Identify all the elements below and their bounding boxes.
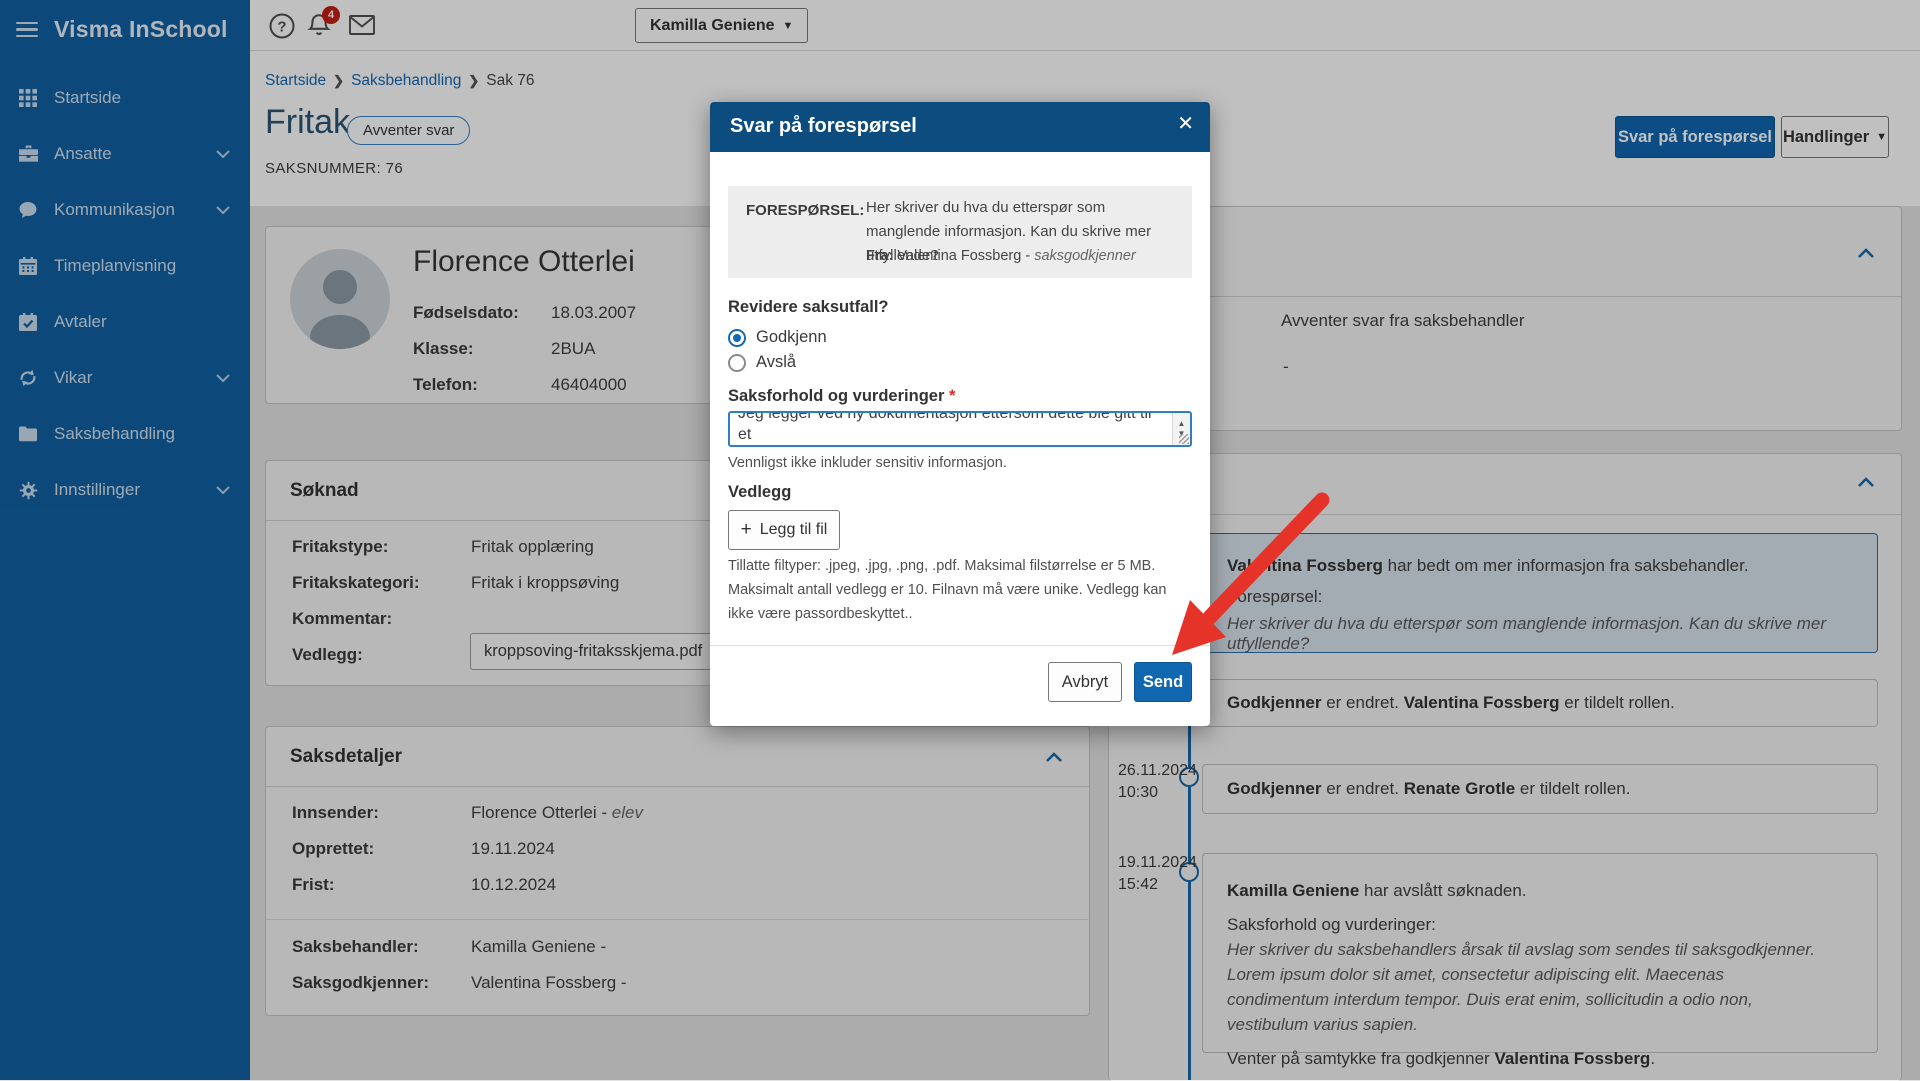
cancel-button[interactable]: Avbryt	[1048, 662, 1122, 702]
textarea-value: Jeg legger ved ny dokumentasjon ettersom…	[738, 411, 1158, 447]
close-icon[interactable]: ✕	[1177, 114, 1194, 134]
send-button[interactable]: Send	[1134, 662, 1192, 702]
sensitive-info-hint: Vennligst ikke inkluder sensitiv informa…	[728, 451, 1007, 475]
revise-outcome-label: Revidere saksutfall?	[728, 298, 889, 317]
radio-selected-icon	[728, 329, 746, 347]
divider	[710, 645, 1210, 646]
add-file-button[interactable]: + Legg til fil	[728, 510, 840, 550]
request-label: FORESPØRSEL:	[746, 202, 864, 219]
radio-reject[interactable]: Avslå	[728, 353, 796, 372]
assessment-label: Saksforhold og vurderinger *	[728, 387, 955, 406]
radio-unselected-icon	[728, 354, 746, 372]
attachments-label: Vedlegg	[728, 483, 791, 502]
modal-title: Svar på forespørsel	[730, 115, 917, 138]
request-from: Fra: Valentina Fossberg - saksgodkjenner	[866, 248, 1176, 264]
radio-approve[interactable]: Godkjenn	[728, 328, 827, 347]
assessment-textarea[interactable]: Jeg legger ved ny dokumentasjon ettersom…	[728, 411, 1192, 447]
file-rules-hint: Tillatte filtyper: .jpeg, .jpg, .png, .p…	[728, 554, 1190, 626]
resize-grip-icon[interactable]	[1179, 434, 1189, 444]
app-root: Visma InSchool Startside Ansatte Ko	[0, 0, 1920, 1080]
reply-request-modal: Svar på forespørsel ✕ FORESPØRSEL: Her s…	[710, 102, 1210, 726]
request-summary-box: FORESPØRSEL: Her skriver du hva du etter…	[728, 186, 1192, 278]
plus-icon: +	[741, 520, 752, 539]
modal-header: Svar på forespørsel ✕	[710, 102, 1210, 152]
